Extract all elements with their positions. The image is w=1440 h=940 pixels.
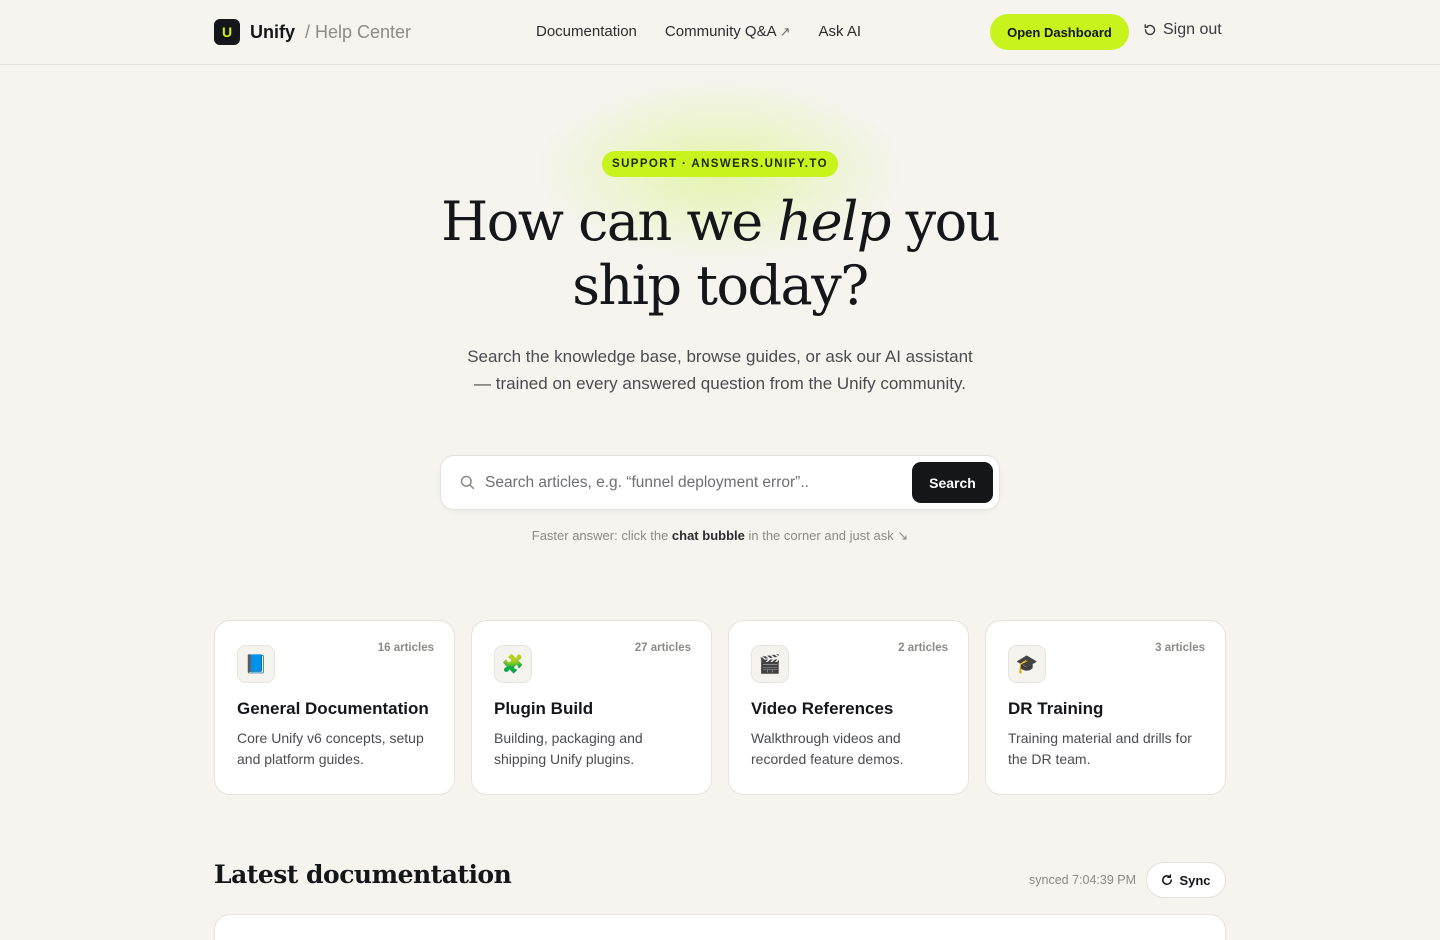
logo-icon: U [214, 19, 240, 45]
sign-out-icon [1144, 24, 1156, 36]
search-button[interactable]: Search [912, 462, 993, 503]
chat-hint-pre: Faster answer: click the [531, 528, 672, 543]
nav-community-qa[interactable]: Community Q&A ↗ [665, 23, 791, 40]
nav-documentation[interactable]: Documentation [536, 23, 637, 40]
support-pill: SUPPORT · ANSWERS.UNIFY.TO [602, 151, 838, 177]
sync-timestamp: synced 7:04:39 PM [1029, 873, 1137, 887]
book-icon: 📘 [237, 645, 275, 683]
search-input[interactable] [485, 468, 905, 498]
search-box: Search [440, 455, 1000, 510]
nav-ask-ai[interactable]: Ask AI [819, 23, 862, 40]
hero-title-part1: How can we [441, 190, 778, 253]
clapper-icon: 🎬 [751, 645, 789, 683]
article-count: 2 articles [898, 642, 948, 654]
card-title: Video References [751, 699, 894, 718]
category-card-dr-training[interactable]: 🎓 3 articles DR Training Training materi… [985, 620, 1226, 795]
category-card-video-references[interactable]: 🎬 2 articles Video References Walkthroug… [728, 620, 969, 795]
card-title: Plugin Build [494, 699, 594, 718]
sync-label: Sync [1179, 872, 1211, 888]
card-description: Training material and drills for the DR … [1008, 730, 1192, 767]
article-count: 27 articles [634, 642, 691, 654]
sign-out-label: Sign out [1163, 21, 1222, 38]
external-link-icon: ↗ [779, 24, 791, 39]
sign-out-button[interactable]: Sign out [1143, 21, 1222, 39]
brand-name: Unify [250, 21, 295, 42]
chat-hint-post: in the corner and just ask ↘ [744, 528, 909, 543]
breadcrumb-help-center: / Help Center [305, 21, 412, 42]
card-description: Core Unify v6 concepts, setup and platfo… [237, 730, 424, 767]
graduation-cap-icon: 🎓 [1008, 645, 1046, 683]
chat-hint-bold: chat bubble [671, 528, 745, 543]
card-title: DR Training [1008, 699, 1104, 718]
category-card-general-documentation[interactable]: 📘 16 articles General Documentation Core… [214, 620, 455, 795]
hero-title: How can we help you ship today? [420, 190, 1020, 318]
puzzle-icon: 🧩 [494, 645, 532, 683]
hero-title-emphasis: help [777, 190, 891, 253]
chat-hint: Faster answer: click the chat bubble in … [420, 528, 1020, 544]
latest-documentation-heading: Latest documentation [214, 860, 512, 889]
refresh-icon [1162, 874, 1173, 885]
category-card-plugin-build[interactable]: 🧩 27 articles Plugin Build Building, pac… [471, 620, 712, 795]
article-count: 3 articles [1155, 642, 1205, 654]
latest-documentation-panel [214, 914, 1226, 940]
hero-subtitle: Search the knowledge base, browse guides… [467, 347, 973, 393]
top-bar: U Unify / Help Center Documentation Comm… [0, 0, 1440, 65]
card-description: Building, packaging and shipping Unify p… [494, 730, 643, 767]
search-icon [460, 475, 475, 490]
main-nav: Documentation Community Q&A ↗ Ask AI [536, 23, 861, 40]
open-dashboard-button[interactable]: Open Dashboard [990, 14, 1129, 50]
card-description: Walkthrough videos and recorded feature … [751, 730, 904, 767]
card-title: General Documentation [237, 699, 429, 718]
article-count: 16 articles [377, 642, 434, 654]
sync-button[interactable]: Sync [1146, 862, 1226, 898]
nav-community-qa-label: Community Q&A [664, 23, 777, 40]
brand[interactable]: U Unify / Help Center [214, 19, 411, 45]
